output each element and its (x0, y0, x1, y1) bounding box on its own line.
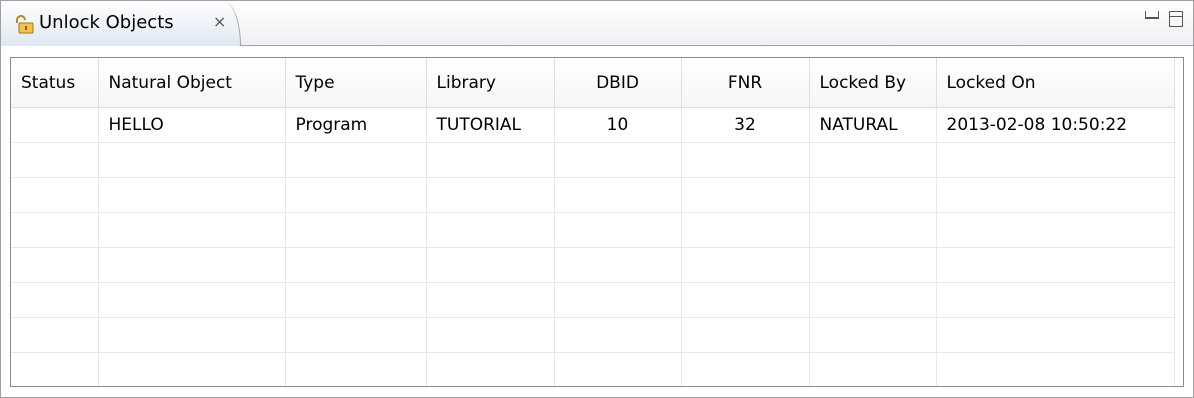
cell-dbid: 10 (554, 107, 682, 143)
empty-cell (936, 247, 1175, 283)
empty-cell (11, 247, 99, 283)
column-header-library[interactable]: Library (426, 58, 555, 108)
column-header-locked-on[interactable]: Locked On (936, 58, 1175, 108)
empty-cell (98, 212, 286, 248)
empty-cell (681, 352, 810, 386)
empty-cell (285, 247, 427, 283)
column-header-type[interactable]: Type (285, 58, 427, 108)
empty-cell (809, 177, 937, 213)
empty-cell (426, 282, 555, 318)
empty-cell (285, 142, 427, 178)
maximize-icon[interactable] (1169, 11, 1183, 27)
view-controls (1145, 11, 1183, 27)
tab-unlock-objects[interactable]: Unlock Objects ⨯ (1, 1, 241, 46)
cell-fnr: 32 (681, 107, 810, 143)
table-row (11, 177, 1175, 213)
empty-cell (98, 352, 286, 386)
empty-cell (11, 282, 99, 318)
tab-title: Unlock Objects (39, 12, 174, 33)
empty-cell (681, 177, 810, 213)
empty-cell (98, 177, 286, 213)
table-body: HELLO Program TUTORIAL 10 32 NATURAL 201… (11, 107, 1175, 386)
empty-cell (936, 212, 1175, 248)
table-row (11, 317, 1175, 353)
column-header-status[interactable]: Status (11, 58, 99, 108)
empty-cell (98, 142, 286, 178)
empty-cell (426, 177, 555, 213)
empty-cell (554, 142, 682, 178)
unlock-objects-table-frame: Status Natural Object Type Library DBID … (10, 57, 1184, 387)
empty-cell (681, 282, 810, 318)
empty-cell (936, 317, 1175, 353)
cell-library: TUTORIAL (426, 107, 555, 143)
empty-cell (681, 317, 810, 353)
table-row (11, 247, 1175, 283)
empty-cell (98, 282, 286, 318)
cell-natural-object: HELLO (98, 107, 286, 143)
column-header-dbid[interactable]: DBID (554, 58, 682, 108)
empty-cell (98, 317, 286, 353)
column-header-locked-by[interactable]: Locked By (809, 58, 937, 108)
empty-cell (426, 142, 555, 178)
empty-cell (285, 177, 427, 213)
empty-cell (936, 142, 1175, 178)
cell-locked-on: 2013-02-08 10:50:22 (936, 107, 1175, 143)
view-tab-bar: Unlock Objects ⨯ (1, 1, 1193, 46)
empty-cell (11, 352, 99, 386)
cell-status (11, 107, 99, 143)
column-header-natural-object[interactable]: Natural Object (98, 58, 286, 108)
unlock-objects-table: Status Natural Object Type Library DBID … (11, 58, 1175, 386)
empty-cell (809, 352, 937, 386)
table-row (11, 142, 1175, 178)
empty-cell (426, 212, 555, 248)
table-row (11, 282, 1175, 318)
empty-cell (285, 282, 427, 318)
table-row (11, 212, 1175, 248)
empty-cell (554, 282, 682, 318)
empty-cell (426, 352, 555, 386)
empty-cell (11, 212, 99, 248)
empty-cell (426, 247, 555, 283)
empty-cell (681, 247, 810, 283)
table-header-row: Status Natural Object Type Library DBID … (11, 58, 1175, 108)
close-icon[interactable]: ⨯ (213, 12, 226, 31)
empty-cell (809, 282, 937, 318)
unlock-objects-view: Unlock Objects ⨯ Status Natural Object T… (0, 0, 1194, 398)
empty-cell (554, 247, 682, 283)
empty-cell (285, 352, 427, 386)
empty-cell (681, 212, 810, 248)
empty-cell (11, 142, 99, 178)
table-row[interactable]: HELLO Program TUTORIAL 10 32 NATURAL 201… (11, 107, 1175, 143)
empty-cell (11, 177, 99, 213)
empty-cell (11, 317, 99, 353)
empty-cell (285, 317, 427, 353)
empty-cell (809, 317, 937, 353)
empty-cell (809, 247, 937, 283)
empty-cell (554, 317, 682, 353)
empty-cell (426, 317, 555, 353)
empty-cell (554, 352, 682, 386)
column-header-fnr[interactable]: FNR (681, 58, 810, 108)
empty-cell (554, 177, 682, 213)
cell-locked-by: NATURAL (809, 107, 937, 143)
empty-cell (936, 177, 1175, 213)
empty-cell (936, 352, 1175, 386)
table-row (11, 352, 1175, 386)
empty-cell (809, 142, 937, 178)
unlock-icon (13, 14, 35, 34)
empty-cell (98, 247, 286, 283)
empty-cell (285, 212, 427, 248)
empty-cell (936, 282, 1175, 318)
empty-cell (554, 212, 682, 248)
empty-cell (809, 212, 937, 248)
cell-type: Program (285, 107, 427, 143)
minimize-icon[interactable] (1145, 11, 1159, 19)
empty-cell (681, 142, 810, 178)
